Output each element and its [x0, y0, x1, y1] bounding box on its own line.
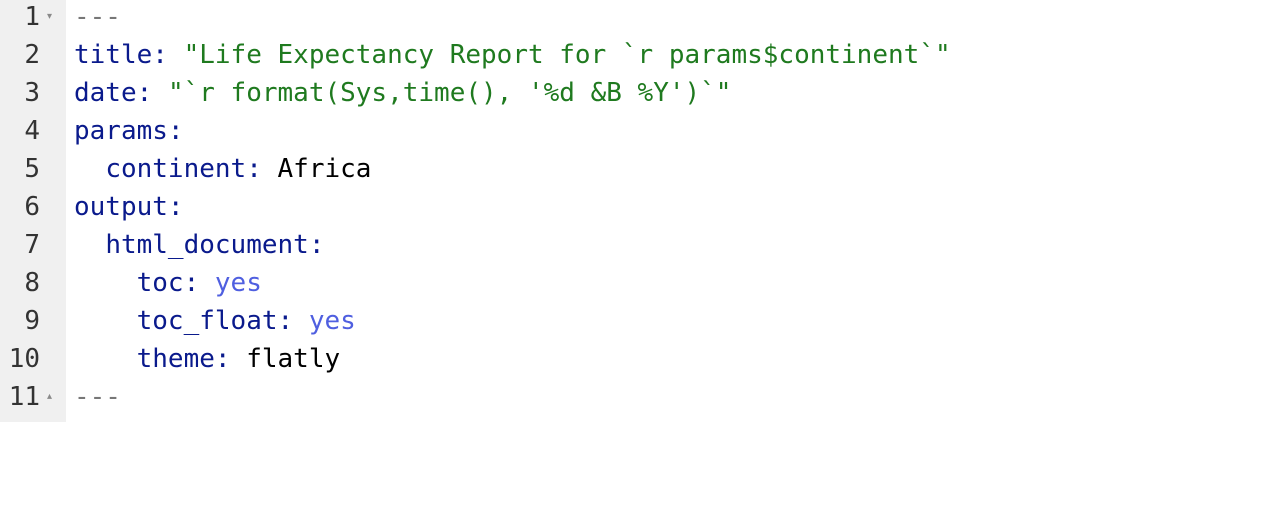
yaml-separator: : — [167, 192, 184, 222]
code-line-1[interactable]: --- — [74, 0, 1268, 36]
line-number: 1 — [24, 2, 40, 32]
gutter-line-2: 2 — [0, 36, 66, 74]
yaml-separator: : — [308, 230, 325, 260]
code-line-7[interactable]: html_document: — [74, 226, 1268, 264]
yaml-value: Africa — [277, 154, 372, 184]
gutter-line-7: 7 — [0, 226, 66, 264]
yaml-separator: : — [214, 344, 247, 374]
line-number: 10 — [8, 344, 40, 374]
gutter-line-11: 11 ▴ — [0, 378, 66, 416]
line-number-gutter: 1 ▾ 2 3 4 5 6 7 8 9 10 11 ▴ — [0, 0, 66, 422]
yaml-key: theme — [136, 344, 215, 374]
yaml-separator: : — [167, 116, 184, 146]
gutter-line-5: 5 — [0, 150, 66, 188]
code-line-2[interactable]: title: "Life Expectancy Report for `r pa… — [74, 36, 1268, 74]
code-line-10[interactable]: theme: flatly — [74, 340, 1268, 378]
yaml-key: html_document — [105, 230, 309, 260]
gutter-line-1: 1 ▾ — [0, 0, 66, 36]
code-line-3[interactable]: date: "`r format(Sys,time(), '%d &B %Y')… — [74, 74, 1268, 112]
yaml-key: continent — [105, 154, 247, 184]
gutter-line-8: 8 — [0, 264, 66, 302]
yaml-string-value: "`r format(Sys,time(), '%d &B %Y')`" — [167, 78, 732, 108]
yaml-delimiter: --- — [74, 2, 121, 32]
line-number: 4 — [24, 116, 40, 146]
yaml-separator: : — [136, 78, 168, 108]
code-line-5[interactable]: continent: Africa — [74, 150, 1268, 188]
gutter-line-9: 9 — [0, 302, 66, 340]
code-line-9[interactable]: toc_float: yes — [74, 302, 1268, 340]
line-number: 5 — [24, 154, 40, 184]
code-editor[interactable]: 1 ▾ 2 3 4 5 6 7 8 9 10 11 ▴ --- title: "… — [0, 0, 1268, 422]
line-number: 8 — [24, 268, 40, 298]
yaml-key: toc_float — [136, 306, 278, 336]
yaml-boolean-value: yes — [214, 268, 262, 298]
gutter-line-6: 6 — [0, 188, 66, 226]
fold-open-icon[interactable]: ▾ — [47, 0, 52, 36]
line-number: 9 — [24, 306, 40, 336]
gutter-line-4: 4 — [0, 112, 66, 150]
gutter-line-10: 10 — [0, 340, 66, 378]
yaml-separator: : — [277, 306, 309, 336]
line-number: 6 — [24, 192, 40, 222]
code-line-8[interactable]: toc: yes — [74, 264, 1268, 302]
yaml-string-value: "Life Expectancy Report for `r params$co… — [183, 40, 951, 70]
code-line-4[interactable]: params: — [74, 112, 1268, 150]
yaml-separator: : — [183, 268, 215, 298]
line-number: 3 — [24, 78, 40, 108]
line-number: 2 — [24, 40, 40, 70]
fold-close-icon[interactable]: ▴ — [47, 378, 52, 416]
yaml-boolean-value: yes — [308, 306, 356, 336]
gutter-line-3: 3 — [0, 74, 66, 112]
yaml-key: toc — [136, 268, 184, 298]
code-content[interactable]: --- title: "Life Expectancy Report for `… — [66, 0, 1268, 422]
yaml-value: flatly — [246, 344, 341, 374]
yaml-separator: : — [152, 40, 184, 70]
line-number: 7 — [24, 230, 40, 260]
yaml-separator: : — [246, 154, 278, 184]
code-line-6[interactable]: output: — [74, 188, 1268, 226]
code-line-11[interactable]: --- — [74, 378, 1268, 416]
line-number: 11 — [8, 382, 40, 412]
